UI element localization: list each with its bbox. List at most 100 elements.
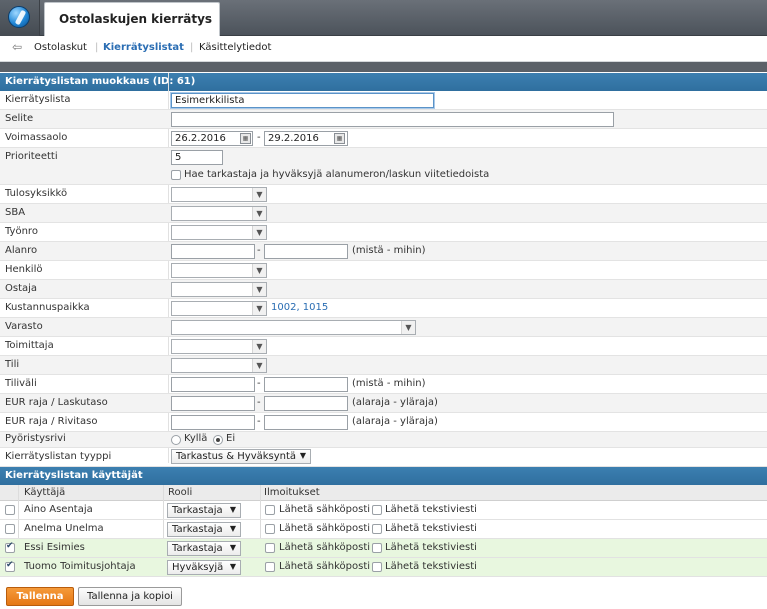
tulosyksikko-select[interactable]: ▼	[171, 187, 267, 202]
hae-checkbox-label: Hae tarkastaja ja hyväksyjä alanumeron/l…	[184, 169, 490, 180]
row-tyonro: Työnro ▼	[0, 223, 767, 242]
label-tyonro: Työnro	[5, 226, 38, 237]
col-rooli: Rooli	[168, 487, 193, 498]
nav-item-kasittelytiedot[interactable]: Käsittelytiedot	[199, 42, 271, 53]
tilivali-from-input[interactable]	[171, 377, 255, 392]
label-pyoristysrivi: Pyöristysrivi	[5, 433, 66, 444]
tyyppi-select[interactable]: Tarkastus & Hyväksyntä ▼	[171, 449, 311, 464]
email-checkbox[interactable]	[265, 562, 275, 572]
chevron-down-icon: ▼	[252, 226, 266, 239]
label-voimassaolo: Voimassaolo	[5, 132, 68, 143]
radio-ei[interactable]	[213, 435, 223, 445]
eur-laskutaso-to-input[interactable]	[264, 396, 348, 411]
prioriteetti-input[interactable]	[171, 150, 223, 165]
label-sba: SBA	[5, 207, 26, 218]
sms-checkbox[interactable]	[372, 543, 382, 553]
row-varasto: Varasto ▼	[0, 318, 767, 337]
row-eur-rivitaso: EUR raja / Rivitaso - (alaraja - yläraja…	[0, 413, 767, 432]
varasto-select[interactable]: ▼	[171, 320, 416, 335]
sms-label: Lähetä tekstiviesti	[385, 523, 477, 534]
table-row: Essi Esimies Tarkastaja ▼ Lähetä sähköpo…	[0, 539, 767, 558]
alanro-from-input[interactable]	[171, 244, 255, 259]
hae-checkbox[interactable]	[171, 170, 181, 180]
nav-item-kierratyslistat[interactable]: Kierrätyslistat	[103, 42, 184, 53]
tilivali-to-input[interactable]	[264, 377, 348, 392]
sms-label: Lähetä tekstiviesti	[385, 561, 477, 572]
row-voimassaolo: Voimassaolo ▦ - ▦	[0, 129, 767, 148]
label-tulosyksikko: Tulosyksikkö	[5, 188, 68, 199]
label-alanro: Alanro	[5, 245, 38, 256]
kierratyslista-input[interactable]	[170, 92, 435, 109]
chevron-down-icon: ▼	[252, 188, 266, 201]
email-checkbox[interactable]	[265, 543, 275, 553]
row-tilivali: Tiliväli - (mistä - mihin)	[0, 375, 767, 394]
sms-checkbox[interactable]	[372, 562, 382, 572]
sms-checkbox[interactable]	[372, 505, 382, 515]
header-divider	[0, 62, 767, 72]
sms-label: Lähetä tekstiviesti	[385, 504, 477, 515]
users-table-header: Käyttäjä Rooli Ilmoitukset	[0, 485, 767, 501]
user-name: Essi Esimies	[24, 542, 85, 553]
row-select-checkbox[interactable]	[5, 560, 15, 572]
alanro-to-input[interactable]	[264, 244, 348, 259]
role-select[interactable]: Tarkastaja ▼	[167, 522, 241, 537]
row-henkilo: Henkilö ▼	[0, 261, 767, 280]
calendar-icon[interactable]: ▦	[334, 133, 345, 144]
toimittaja-select[interactable]: ▼	[171, 339, 267, 354]
table-row: Anelma Unelma Tarkastaja ▼ Lähetä sähköp…	[0, 520, 767, 539]
label-prioriteetti: Prioriteetti	[5, 151, 58, 162]
row-select-checkbox[interactable]	[5, 541, 15, 553]
email-checkbox[interactable]	[265, 524, 275, 534]
eur-laskutaso-from-input[interactable]	[171, 396, 255, 411]
row-select-checkbox[interactable]	[5, 524, 15, 534]
row-sba: SBA ▼	[0, 204, 767, 223]
range-dash: -	[257, 416, 261, 427]
eur-rivitaso-from-input[interactable]	[171, 415, 255, 430]
ostaja-select[interactable]: ▼	[171, 282, 267, 297]
role-select[interactable]: Hyväksyjä ▼	[167, 560, 241, 575]
eur-rivitaso-hint: (alaraja - yläraja)	[352, 416, 438, 427]
caret-down-icon: ▼	[229, 543, 236, 552]
logo-icon	[8, 6, 30, 28]
sms-checkbox[interactable]	[372, 524, 382, 534]
role-value: Tarkastaja	[172, 505, 223, 516]
nav-separator: |	[190, 42, 194, 53]
selite-input[interactable]	[171, 112, 614, 127]
chevron-down-icon: ▼	[252, 340, 266, 353]
kustannuspaikka-select[interactable]: ▼	[171, 301, 267, 316]
row-select-checkbox[interactable]	[5, 505, 15, 515]
kustannuspaikka-link[interactable]: 1002, 1015	[271, 302, 328, 313]
role-select[interactable]: Tarkastaja ▼	[167, 503, 241, 518]
tyonro-select[interactable]: ▼	[171, 225, 267, 240]
save-and-copy-button[interactable]: Tallenna ja kopioi	[78, 587, 182, 606]
app-logo[interactable]	[0, 0, 40, 36]
sba-select[interactable]: ▼	[171, 206, 267, 221]
tilivali-hint: (mistä - mihin)	[352, 378, 426, 389]
calendar-icon[interactable]: ▦	[240, 133, 251, 144]
caret-down-icon: ▼	[229, 505, 236, 514]
radio-kylla[interactable]	[171, 435, 181, 445]
email-checkbox[interactable]	[265, 505, 275, 515]
radio-ei-label: Ei	[226, 433, 236, 444]
row-pyoristysrivi: Pyöristysrivi Kyllä Ei	[0, 432, 767, 448]
alanro-hint: (mistä - mihin)	[352, 245, 426, 256]
save-button[interactable]: Tallenna	[6, 587, 74, 606]
label-kustannuspaikka: Kustannuspaikka	[5, 302, 90, 313]
range-dash: -	[257, 378, 261, 389]
back-arrow-icon[interactable]: ⇦	[12, 40, 22, 54]
eur-rivitaso-to-input[interactable]	[264, 415, 348, 430]
app-header: Ostolaskujen kierrätys	[0, 0, 767, 36]
row-selite: Selite	[0, 110, 767, 129]
label-kierratyslista: Kierrätyslista	[5, 94, 71, 105]
app-title-tab[interactable]: Ostolaskujen kierrätys	[44, 2, 220, 36]
role-select[interactable]: Tarkastaja ▼	[167, 541, 241, 556]
henkilo-select[interactable]: ▼	[171, 263, 267, 278]
tili-select[interactable]: ▼	[171, 358, 267, 373]
label-henkilo: Henkilö	[5, 264, 43, 275]
label-tyyppi: Kierrätyslistan tyyppi	[5, 451, 112, 462]
table-row: Aino Asentaja Tarkastaja ▼ Lähetä sähköp…	[0, 501, 767, 520]
nav-item-ostolaskut[interactable]: Ostolaskut	[34, 42, 87, 53]
row-toimittaja: Toimittaja ▼	[0, 337, 767, 356]
row-ostaja: Ostaja ▼	[0, 280, 767, 299]
chevron-down-icon: ▼	[252, 264, 266, 277]
